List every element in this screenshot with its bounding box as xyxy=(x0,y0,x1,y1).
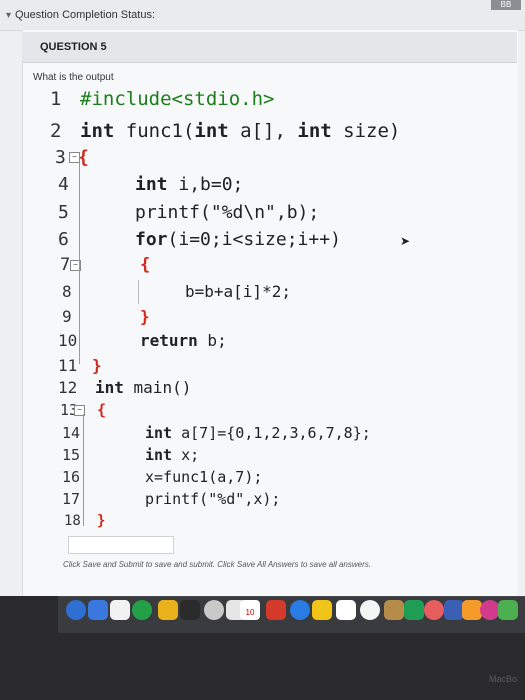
line-number: 2 xyxy=(50,120,62,142)
dock-app-icon[interactable] xyxy=(444,600,464,620)
code-token: #include<stdio.h> xyxy=(80,88,275,110)
code-token: size) xyxy=(331,120,401,142)
code-token: printf("%d\n",b); xyxy=(135,202,320,223)
answer-input[interactable] xyxy=(68,536,174,554)
line-number: 12 xyxy=(58,378,78,397)
code-token: for xyxy=(135,229,168,250)
device-label: MacBo xyxy=(488,674,517,684)
code-token: { xyxy=(140,255,151,275)
code-line: int i,b=0; xyxy=(135,174,243,195)
code-line: printf("%d",x); xyxy=(145,490,280,508)
code-token: int xyxy=(95,378,124,397)
line-number: 18 xyxy=(64,513,81,529)
line-number: 14 xyxy=(62,424,81,442)
indent-guide-line xyxy=(138,280,139,304)
line-number: 5 xyxy=(58,202,69,223)
code-token: } xyxy=(97,513,106,529)
dock-app-icon[interactable] xyxy=(336,600,356,620)
code-image: 1 #include<stdio.h> 2 int func1(int a[], in… xyxy=(0,0,525,560)
code-token: b; xyxy=(197,331,227,350)
code-line: { xyxy=(140,255,150,275)
dock-app-icon[interactable] xyxy=(110,600,130,620)
code-line: x=func1(a,7); xyxy=(145,468,262,486)
code-token: a[7]={0,1,2,3,6,7,8}; xyxy=(172,424,371,442)
dock-app-icon[interactable] xyxy=(204,600,224,620)
code-token: { xyxy=(97,401,107,419)
code-token: int xyxy=(145,424,173,442)
code-line: int a[7]={0,1,2,3,6,7,8}; xyxy=(145,424,371,442)
dock-app-icon[interactable] xyxy=(498,600,518,620)
dock-app-icon[interactable] xyxy=(360,600,380,620)
line-number: 15 xyxy=(62,446,81,464)
dock-app-icon[interactable] xyxy=(180,600,200,620)
dock-app-icon[interactable] xyxy=(424,600,444,620)
code-line: } xyxy=(92,356,102,375)
line-number: 6 xyxy=(58,229,69,250)
code-token: int xyxy=(135,174,168,195)
code-token: int xyxy=(194,120,229,142)
code-token: return xyxy=(140,331,198,350)
line-number: 1 xyxy=(50,88,62,110)
browser-screen: ▾ Question Completion Status: BB QUESTIO… xyxy=(0,0,525,596)
code-line: b=b+a[i]*2; xyxy=(185,282,291,301)
calendar-app-icon[interactable]: 10 xyxy=(240,600,260,620)
fold-guide-line xyxy=(83,414,84,526)
dock-app-icon[interactable] xyxy=(312,600,332,620)
dock-app-icon[interactable] xyxy=(290,600,310,620)
dock-app-icon[interactable] xyxy=(384,600,404,620)
dock-app-icon[interactable] xyxy=(266,600,286,620)
code-token: } xyxy=(92,356,102,375)
line-number: 3 xyxy=(55,147,66,168)
dock-app-icon[interactable] xyxy=(462,600,482,620)
code-line: int main() xyxy=(95,378,191,397)
fold-guide-line xyxy=(79,269,80,314)
code-line: return b; xyxy=(140,331,227,350)
code-token: (i=0;i<size;i++) xyxy=(167,229,341,250)
code-line: } xyxy=(97,513,105,529)
code-line: #include<stdio.h> xyxy=(80,88,274,110)
code-line: int x; xyxy=(145,446,199,464)
dock-app-icon[interactable] xyxy=(158,600,178,620)
code-token: int xyxy=(145,446,173,464)
line-number: 8 xyxy=(62,282,72,301)
code-token: } xyxy=(140,307,150,326)
code-line: } xyxy=(140,307,150,326)
dock-app-icon[interactable] xyxy=(88,600,108,620)
line-number: 9 xyxy=(62,307,72,326)
dock-app-icon[interactable] xyxy=(132,600,152,620)
code-token: int xyxy=(297,120,332,142)
code-token: i,b=0; xyxy=(167,174,244,195)
code-token: func1( xyxy=(114,120,195,142)
fold-guide-line xyxy=(79,162,80,364)
line-number: 11 xyxy=(58,356,78,375)
code-token: main() xyxy=(123,378,192,397)
code-token: int xyxy=(80,120,115,142)
dock-app-icon[interactable] xyxy=(66,600,86,620)
code-token: printf("%d",x); xyxy=(145,490,281,508)
code-line: printf("%d\n",b); xyxy=(135,202,319,223)
line-number: 17 xyxy=(62,490,81,508)
line-number: 7 xyxy=(60,255,71,275)
line-number: 16 xyxy=(62,468,81,486)
dock-app-icon[interactable] xyxy=(480,600,500,620)
save-instructions: Click Save and Submit to save and submit… xyxy=(63,560,371,569)
code-token: b=b+a[i]*2; xyxy=(185,282,291,301)
code-line: { xyxy=(97,401,106,419)
code-token: x; xyxy=(172,446,200,464)
line-number: 10 xyxy=(58,331,78,350)
mouse-cursor-icon: ➤ xyxy=(400,234,411,248)
code-line: for(i=0;i<size;i++) xyxy=(135,229,341,250)
code-token: a[], xyxy=(228,120,298,142)
line-number: 4 xyxy=(58,174,69,195)
code-token: x=func1(a,7); xyxy=(145,468,263,486)
dock-app-icon[interactable] xyxy=(404,600,424,620)
code-line: int func1(int a[], int size) xyxy=(80,120,400,142)
